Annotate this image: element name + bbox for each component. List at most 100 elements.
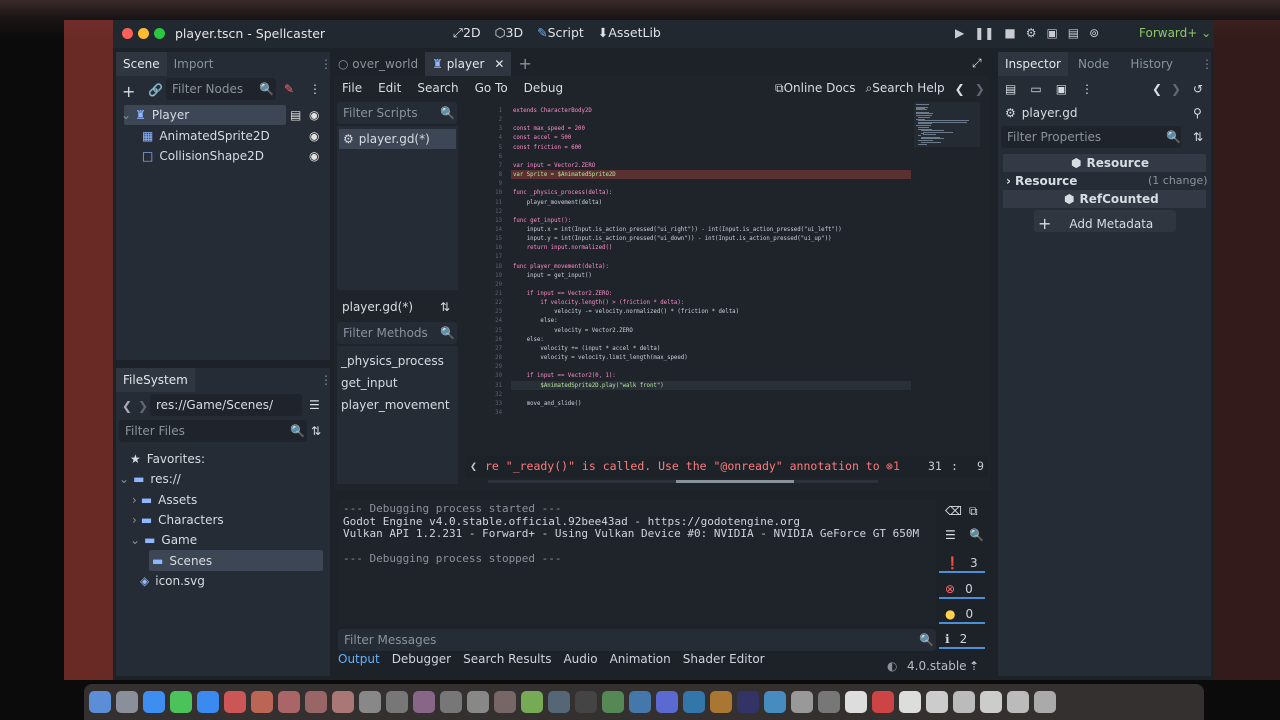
add-node-icon[interactable]: + <box>122 82 135 101</box>
script-attach-icon[interactable]: ✎ <box>284 82 294 96</box>
tree-node-collisionshape2d[interactable]: □ CollisionShape2D <box>142 149 264 163</box>
safari-icon[interactable] <box>143 691 165 713</box>
tree-node-player[interactable]: ⌄ ♜ Player <box>121 108 189 122</box>
tab-search-results[interactable]: Search Results <box>463 652 551 666</box>
link-icon[interactable]: 🔗 <box>148 83 163 97</box>
favorites-item[interactable]: ★ Favorites: <box>130 452 205 466</box>
app-icon[interactable] <box>737 691 759 713</box>
messages-icon[interactable] <box>170 691 192 713</box>
forward-arrow-icon[interactable]: ❯ <box>1171 82 1181 96</box>
document-icon[interactable] <box>980 691 1002 713</box>
online-docs-link[interactable]: ⧉Online Docs <box>775 81 856 96</box>
property-filter-icon[interactable]: ⇅ <box>1193 130 1203 144</box>
folder-scenes[interactable]: ▬ Scenes <box>152 554 212 568</box>
zoom-window-button[interactable] <box>154 28 165 39</box>
split-view-icon[interactable]: ☰ <box>309 398 320 412</box>
folder-characters[interactable]: › ▬ Characters <box>132 513 224 527</box>
back-arrow-icon[interactable]: ❮ <box>1152 82 1162 96</box>
app-icon[interactable] <box>818 691 840 713</box>
dock-menu-icon[interactable]: ⋮ <box>320 373 332 387</box>
resource-group[interactable]: › Resource <box>1006 174 1077 188</box>
error-count[interactable]: ⊗1 <box>884 459 900 473</box>
close-tab-icon[interactable]: ✕ <box>494 57 504 71</box>
play-scene-icon[interactable]: ▣ <box>1046 26 1057 40</box>
tab-debugger[interactable]: Debugger <box>392 652 451 666</box>
stop-icon[interactable]: ■ <box>1004 26 1015 40</box>
minimize-window-button[interactable] <box>138 28 149 39</box>
scroll-left-icon[interactable]: ❮ <box>470 459 477 473</box>
filter-properties-input[interactable]: Filter Properties <box>1001 126 1181 148</box>
script-icon[interactable]: ▤ <box>290 108 301 122</box>
method-item[interactable]: _physics_process <box>341 354 444 368</box>
tree-node-animatedsprite2d[interactable]: ▦ AnimatedSprite2D <box>142 129 270 143</box>
menu-search[interactable]: Search <box>417 81 458 95</box>
mode-script-button[interactable]: ✎Script <box>537 25 584 41</box>
next-script-icon[interactable]: ❯ <box>975 82 985 96</box>
remote-debug-icon[interactable]: ⚙ <box>1026 26 1037 40</box>
teams-icon[interactable] <box>656 691 678 713</box>
visibility-eye-icon[interactable]: ◉ <box>309 129 319 143</box>
filter-files-input[interactable]: Filter Files <box>119 420 307 442</box>
filter-warnings-toggle[interactable]: ● 0 <box>939 605 985 624</box>
file-icon-svg[interactable]: ◈ icon.svg <box>140 574 205 588</box>
script-item-player[interactable]: ⚙ player.gd(*) <box>343 132 430 146</box>
play-custom-icon[interactable]: ▤ <box>1068 26 1079 40</box>
scrollbar-thumb[interactable] <box>676 480 794 483</box>
tab-shader-editor[interactable]: Shader Editor <box>683 652 765 666</box>
app-icon[interactable] <box>224 691 246 713</box>
tab-history[interactable]: History <box>1116 52 1180 76</box>
filter-methods-input[interactable]: Filter Methods <box>337 322 457 344</box>
close-window-button[interactable] <box>122 28 133 39</box>
godot-icon[interactable] <box>764 691 786 713</box>
sort-icon[interactable]: ⇅ <box>311 424 321 438</box>
app-icon[interactable] <box>251 691 273 713</box>
tab-import[interactable]: Import <box>167 52 221 76</box>
app-icon[interactable] <box>521 691 543 713</box>
app-icon[interactable] <box>602 691 624 713</box>
filter-scripts-input[interactable]: Filter Scripts <box>337 102 457 124</box>
pause-icon[interactable]: ❚❚ <box>974 26 994 40</box>
app-icon[interactable] <box>386 691 408 713</box>
mode-3d-button[interactable]: ⬡3D <box>495 25 524 41</box>
filter-info-toggle[interactable]: ℹ2 <box>939 630 985 649</box>
dock-menu-icon[interactable]: ⋮ <box>320 57 332 71</box>
filter-messages-toggle[interactable]: ❗ 3 <box>939 554 985 573</box>
inspected-object[interactable]: ⚙ player.gd <box>1005 106 1077 120</box>
app-icon[interactable] <box>413 691 435 713</box>
dock-menu-icon[interactable]: ⋮ <box>1201 57 1213 71</box>
forward-arrow-icon[interactable]: ❯ <box>138 399 148 413</box>
app-icon[interactable] <box>305 691 327 713</box>
trash-icon[interactable] <box>1034 691 1056 713</box>
app-icon[interactable] <box>359 691 381 713</box>
collapse-messages-icon[interactable]: ☰ <box>945 528 956 542</box>
new-resource-icon[interactable]: ▤ <box>1005 82 1016 96</box>
back-arrow-icon[interactable]: ❮ <box>122 399 132 413</box>
finder-icon[interactable] <box>89 691 111 713</box>
help-icon[interactable] <box>872 691 894 713</box>
play-icon[interactable]: ▶ <box>955 26 964 40</box>
mail-icon[interactable] <box>197 691 219 713</box>
terminal-icon[interactable] <box>575 691 597 713</box>
scene-menu-icon[interactable]: ⋮ <box>309 82 321 96</box>
new-tab-icon[interactable]: + <box>511 52 538 76</box>
menu-goto[interactable]: Go To <box>475 81 508 95</box>
code-minimap[interactable] <box>914 102 980 147</box>
movie-maker-icon[interactable]: ⊚ <box>1089 26 1099 40</box>
menu-debug[interactable]: Debug <box>524 81 563 95</box>
app-icon[interactable] <box>494 691 516 713</box>
filter-errors-toggle[interactable]: ⊗ 0 <box>939 580 985 599</box>
open-folder-icon[interactable]: ▭ <box>1030 82 1041 96</box>
tab-inspector[interactable]: Inspector <box>998 52 1068 76</box>
app-icon[interactable] <box>332 691 354 713</box>
document-icon[interactable] <box>845 691 867 713</box>
system-settings-icon[interactable] <box>467 691 489 713</box>
vscode-icon[interactable] <box>629 691 651 713</box>
horizontal-scrollbar[interactable] <box>488 480 878 483</box>
tab-filesystem[interactable]: FileSystem <box>116 368 195 392</box>
code-editor[interactable]: 1 extends CharacterBody2D 2 3 const max_spee… <box>466 102 988 452</box>
prev-script-icon[interactable]: ❮ <box>955 82 965 96</box>
folder-res[interactable]: ⌄ ▬ res:// <box>119 472 181 486</box>
app-icon[interactable] <box>548 691 570 713</box>
folder-assets[interactable]: › ▬ Assets <box>132 493 197 507</box>
tab-scene[interactable]: Scene <box>116 52 167 76</box>
